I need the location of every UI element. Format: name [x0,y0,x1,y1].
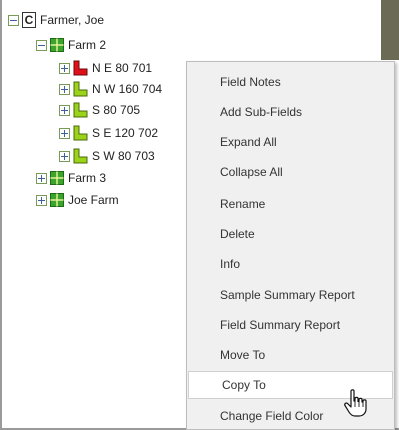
tree-node-label: Joe Farm [68,193,119,207]
expand-toggle-icon[interactable] [59,62,70,74]
tree-node-farm[interactable]: Farm 3 [36,168,106,188]
tree-node-farm[interactable]: Joe Farm [36,190,119,210]
tree-node-root[interactable]: C Farmer, Joe [8,10,104,30]
menu-item-expand-all[interactable]: Expand All [187,128,394,156]
field-shape-icon [73,125,88,141]
menu-item-rename[interactable]: Rename [187,190,394,218]
expand-toggle-icon[interactable] [36,172,47,184]
menu-item-field-summary-report[interactable]: Field Summary Report [187,311,394,339]
field-shape-icon [73,81,88,97]
menu-item-collapse-all[interactable]: Collapse All [187,158,394,186]
tree-node-label: S 80 705 [92,103,141,117]
menu-item-info[interactable]: Info [187,250,394,278]
tree-node-label: N E 80 701 [92,61,153,75]
tree-node-field[interactable]: N E 80 701 [59,58,152,78]
collapse-toggle-icon[interactable] [36,39,47,51]
field-shape-icon [73,102,88,118]
tree-node-label: Farm 3 [68,171,107,185]
expand-toggle-icon[interactable] [36,194,47,206]
tree-node-field[interactable]: N W 160 704 [59,79,162,99]
tree-node-field[interactable]: S W 80 703 [59,146,155,166]
tree-node-label: Farmer, Joe [40,13,105,27]
menu-item-move-to[interactable]: Move To [187,341,394,369]
tree-node-label: S E 120 702 [92,126,159,140]
tree-node-farm[interactable]: Farm 2 [36,35,106,55]
context-menu: Field Notes Add Sub-Fields Expand All Co… [186,61,395,430]
farm-icon [50,171,64,185]
client-icon: C [22,12,36,28]
farm-icon [50,193,64,207]
tree-node-label: S W 80 703 [92,149,155,163]
tree-node-label: Farm 2 [68,38,107,52]
hand-pointer-icon [344,389,367,417]
field-shape-icon [73,148,88,164]
menu-item-add-sub-fields[interactable]: Add Sub-Fields [187,98,394,126]
expand-toggle-icon[interactable] [59,150,70,162]
tree-node-label: N W 160 704 [92,82,163,96]
tree-node-field[interactable]: S E 120 702 [59,123,158,143]
expand-toggle-icon[interactable] [59,127,70,139]
farm-icon [50,38,64,52]
collapse-toggle-icon[interactable] [8,14,19,26]
menu-item-sample-summary-report[interactable]: Sample Summary Report [187,281,394,309]
expand-toggle-icon[interactable] [59,104,70,116]
field-shape-icon [73,60,88,76]
menu-item-delete[interactable]: Delete [187,220,394,248]
expand-toggle-icon[interactable] [59,83,70,95]
menu-item-field-notes[interactable]: Field Notes [187,68,394,96]
tree-node-field[interactable]: S 80 705 [59,100,140,120]
